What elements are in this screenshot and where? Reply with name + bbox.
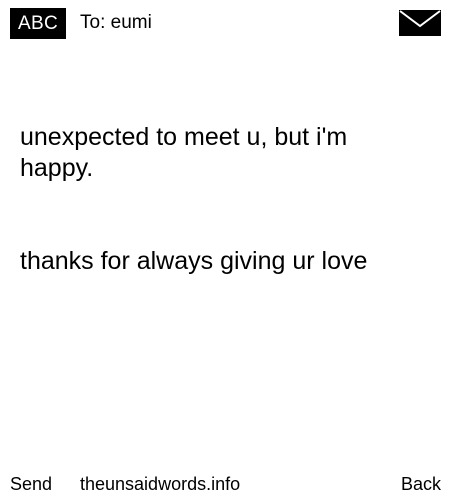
- recipient-label: To: eumi: [80, 12, 152, 33]
- message-body[interactable]: unexpected to meet u, but i'm happy. tha…: [20, 60, 420, 308]
- site-credit: theunsaidwords.info: [80, 474, 241, 494]
- envelope-icon: [399, 10, 441, 36]
- input-mode-badge: ABC: [10, 8, 66, 39]
- message-header: ABC To: eumi: [0, 0, 450, 44]
- softkey-bar: Send theunsaidwords.info Back: [0, 468, 450, 500]
- send-button[interactable]: Send: [10, 468, 52, 500]
- back-button[interactable]: Back: [401, 468, 441, 500]
- message-line: unexpected to meet u, but i'm happy.: [20, 123, 355, 182]
- message-line: thanks for always giving ur love: [20, 247, 368, 275]
